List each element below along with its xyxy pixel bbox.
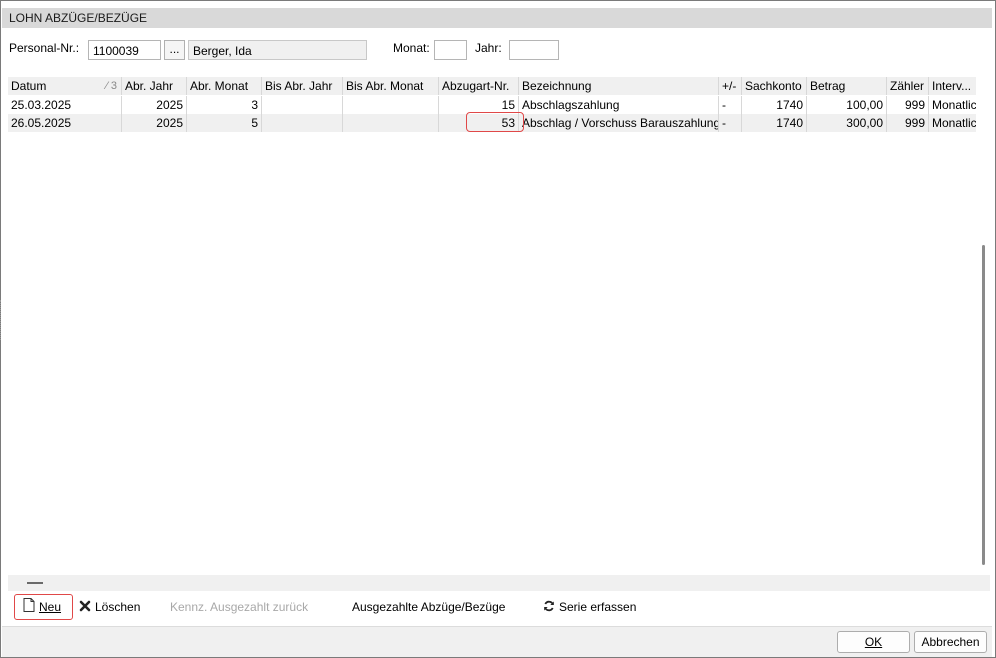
ok-button[interactable]: OK bbox=[837, 631, 910, 653]
vertical-scroll-thumb[interactable] bbox=[982, 245, 985, 565]
ok-button-label: OK bbox=[864, 635, 883, 649]
cell-datum: 25.03.2025 bbox=[8, 96, 122, 114]
horizontal-scroll-thumb[interactable] bbox=[27, 582, 43, 584]
new-button[interactable]: Neu bbox=[23, 598, 61, 616]
cell-betrag: 300,00 bbox=[807, 114, 887, 132]
cell-betrag: 100,00 bbox=[807, 96, 887, 114]
cell-sign: - bbox=[719, 114, 742, 132]
cell-abr-jahr: 2025 bbox=[122, 114, 187, 132]
sort-indicator: ⁄ 3 bbox=[105, 80, 117, 92]
cell-bis-abr-monat bbox=[343, 96, 439, 114]
delete-button[interactable]: Löschen bbox=[79, 598, 140, 616]
jahr-field[interactable] bbox=[509, 40, 559, 60]
cell-bis-abr-monat bbox=[343, 114, 439, 132]
delete-button-label: Löschen bbox=[95, 600, 141, 614]
cell-zaehler: 999 bbox=[887, 96, 929, 114]
delete-x-icon bbox=[79, 599, 91, 617]
col-header-sign[interactable]: +/- bbox=[719, 77, 742, 95]
new-document-icon bbox=[23, 598, 35, 617]
reset-paid-flag-button[interactable]: Kennz. Ausgezahlt zurück bbox=[170, 598, 308, 616]
cell-bis-abr-jahr bbox=[262, 114, 343, 132]
cell-bis-abr-jahr bbox=[262, 96, 343, 114]
window-title: LOHN ABZÜGE/BEZÜGE bbox=[9, 11, 148, 25]
cell-sachkonto: 1740 bbox=[742, 114, 807, 132]
col-header-datum[interactable]: Datum ⁄ 3 bbox=[8, 77, 122, 95]
employee-name-field: Berger, Ida bbox=[188, 40, 367, 60]
col-header-zaehler[interactable]: Zähler bbox=[887, 77, 929, 95]
col-header-intervall[interactable]: Interv... bbox=[929, 77, 976, 95]
cell-abr-monat: 3 bbox=[187, 96, 262, 114]
personal-lookup-button[interactable]: ... bbox=[164, 40, 185, 60]
cell-sachkonto: 1740 bbox=[742, 96, 807, 114]
resize-grip[interactable] bbox=[0, 300, 3, 340]
horizontal-scrollbar[interactable] bbox=[8, 575, 990, 591]
refresh-cycle-icon bbox=[543, 599, 555, 617]
paid-deductions-button[interactable]: Ausgezahlte Abzüge/Bezüge bbox=[352, 598, 505, 616]
monat-field[interactable] bbox=[434, 40, 467, 60]
series-entry-button[interactable]: Serie erfassen bbox=[543, 598, 636, 616]
col-header-abr-monat[interactable]: Abr. Monat bbox=[187, 77, 262, 95]
col-header-betrag[interactable]: Betrag bbox=[807, 77, 887, 95]
series-entry-label: Serie erfassen bbox=[559, 600, 637, 614]
cell-abr-jahr: 2025 bbox=[122, 96, 187, 114]
jahr-label: Jahr: bbox=[475, 41, 502, 55]
cell-sign: - bbox=[719, 96, 742, 114]
highlight-abzugart-53 bbox=[466, 112, 524, 132]
personal-nr-field[interactable]: 1100039 bbox=[88, 40, 161, 60]
col-header-abzugart-nr[interactable]: Abzugart-Nr. bbox=[439, 77, 519, 95]
col-header-abr-jahr[interactable]: Abr. Jahr bbox=[122, 77, 187, 95]
cell-intervall: Monatlich bbox=[932, 98, 976, 112]
personal-nr-label: Personal-Nr.: bbox=[9, 41, 80, 55]
deductions-grid[interactable]: Datum ⁄ 3 Abr. Jahr Abr. Monat Bis Abr. J… bbox=[8, 77, 976, 575]
cell-bezeichnung: Abschlagszahlung bbox=[519, 96, 719, 114]
title-bar: LOHN ABZÜGE/BEZÜGE bbox=[2, 8, 992, 28]
new-button-label: Neu bbox=[39, 600, 62, 614]
grid-header-row: Datum ⁄ 3 Abr. Jahr Abr. Monat Bis Abr. J… bbox=[8, 77, 976, 95]
col-header-bezeichnung[interactable]: Bezeichnung bbox=[519, 77, 719, 95]
col-header-bis-abr-jahr[interactable]: Bis Abr. Jahr bbox=[262, 77, 343, 95]
cell-zaehler: 999 bbox=[887, 114, 929, 132]
cell-abr-monat: 5 bbox=[187, 114, 262, 132]
cell-intervall: Monatlich bbox=[932, 116, 976, 130]
cancel-button[interactable]: Abbrechen bbox=[914, 631, 987, 653]
cell-bezeichnung: Abschlag / Vorschuss Barauszahlung bbox=[519, 114, 719, 132]
col-header-bis-abr-monat[interactable]: Bis Abr. Monat bbox=[343, 77, 439, 95]
cell-datum: 26.05.2025 bbox=[8, 114, 122, 132]
monat-label: Monat: bbox=[393, 41, 430, 55]
col-header-sachkonto[interactable]: Sachkonto bbox=[742, 77, 807, 95]
